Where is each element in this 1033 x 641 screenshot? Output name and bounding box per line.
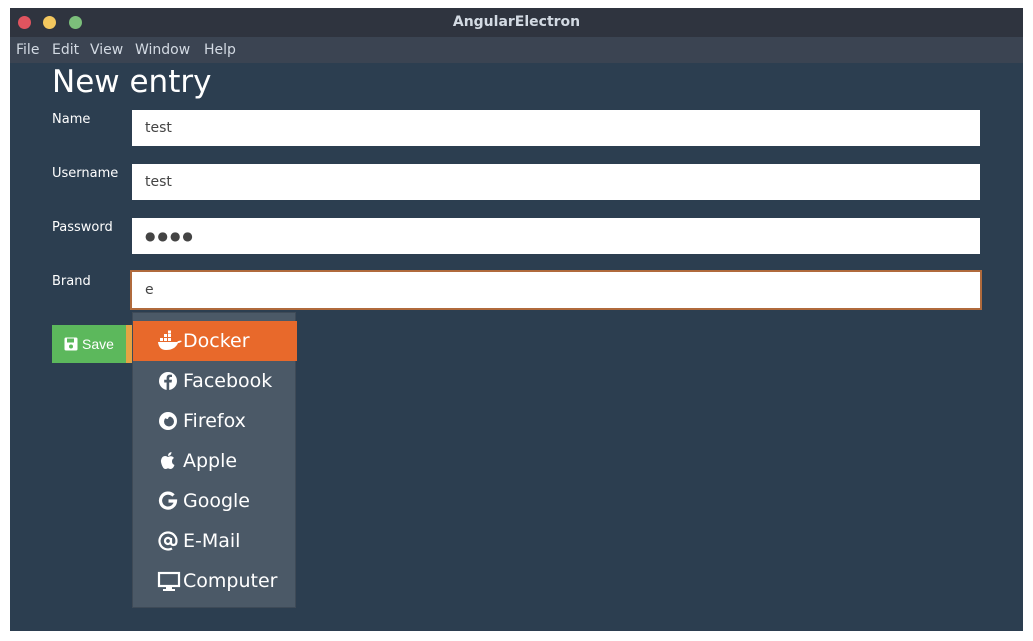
password-label: Password — [52, 220, 113, 235]
save-button[interactable]: Save — [52, 325, 126, 363]
brand-input[interactable] — [130, 270, 982, 310]
password-field[interactable] — [132, 218, 980, 254]
desktop-icon — [157, 570, 181, 592]
option-docker[interactable]: Docker — [133, 321, 297, 361]
menu-edit[interactable]: Edit — [52, 37, 79, 63]
save-button-label: Save — [82, 336, 114, 352]
option-label: Docker — [183, 330, 250, 352]
option-google[interactable]: Google — [133, 481, 297, 521]
name-field[interactable] — [132, 110, 980, 146]
at-icon — [157, 530, 179, 552]
brand-label: Brand — [52, 274, 91, 289]
name-label: Name — [52, 112, 91, 127]
menu-view[interactable]: View — [90, 37, 123, 63]
menu-window[interactable]: Window — [135, 37, 190, 63]
option-label: Firefox — [183, 410, 246, 432]
menu-help[interactable]: Help — [204, 37, 236, 63]
google-icon — [157, 490, 179, 512]
option-label: Computer — [183, 570, 278, 592]
apple-icon — [157, 450, 179, 472]
username-field[interactable] — [132, 164, 980, 200]
option-apple[interactable]: Apple — [133, 441, 297, 481]
option-label: Google — [183, 490, 251, 512]
menu-file[interactable]: File — [16, 37, 39, 63]
option-computer[interactable]: Computer — [133, 561, 297, 601]
firefox-icon — [157, 410, 179, 432]
option-firefox[interactable]: Firefox — [133, 401, 297, 441]
option-facebook[interactable]: Facebook — [133, 361, 297, 401]
title-bar: AngularElectron — [10, 8, 1023, 37]
page-title: New entry — [52, 64, 212, 100]
docker-icon — [157, 330, 182, 352]
option-email[interactable]: E-Mail — [133, 521, 297, 561]
app-window: AngularElectron File Edit View Window He… — [10, 8, 1023, 631]
option-label: Facebook — [183, 370, 273, 392]
username-label: Username — [52, 166, 119, 181]
option-label: E-Mail — [183, 530, 241, 552]
window-title: AngularElectron — [452, 14, 581, 30]
facebook-icon — [157, 370, 179, 392]
menu-bar: File Edit View Window Help — [10, 37, 1023, 63]
brand-autocomplete-list: Docker Facebook Firefox Apple Google E-M… — [132, 312, 297, 608]
floppy-disk-icon — [64, 337, 78, 351]
option-label: Apple — [183, 450, 238, 472]
